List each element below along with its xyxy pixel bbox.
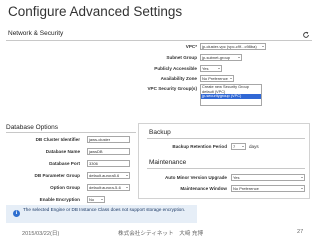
database-port-label: Database Port [49,161,80,166]
network-security-section-title: Network & Security [8,30,64,37]
section-divider [147,168,305,169]
backup-section-title: Backup [149,129,171,136]
backup-maintenance-panel: Backup Backup Retention Period 7 days Ma… [138,123,310,199]
chevron-down-icon [218,67,220,69]
security-group-option-selected[interactable]: jp-securitygroup (VPC) [201,94,261,99]
database-port-input[interactable]: 3306 [87,160,130,167]
db-cluster-identifier-label: DB Cluster Identifier [35,137,80,142]
retention-unit: days [249,144,259,149]
db-parameter-group-label: DB Parameter Group [34,173,80,178]
vpc-security-groups-listbox[interactable]: Create new Security Group default (VPC) … [200,84,262,106]
chevron-down-icon [126,174,128,176]
db-cluster-identifier-input[interactable]: jaws-cluster [87,136,130,143]
refresh-icon[interactable] [302,31,310,39]
chevron-down-icon [301,176,303,178]
chevron-down-icon [101,198,103,200]
availability-zone-select[interactable]: No Preference [200,75,234,82]
enable-encryption-select[interactable]: No [87,196,105,203]
database-name-input[interactable]: jawsDB [87,148,130,155]
chevron-down-icon [238,56,240,58]
footer-page-number: 27 [297,229,304,235]
chevron-down-icon [262,45,264,47]
footer-company: 株式会社シティネット 大﨑 充博 [118,231,204,237]
auto-minor-version-upgrade-select[interactable]: Yes [231,174,305,181]
db-parameter-group-select[interactable]: default.aurora5.6 [87,172,130,179]
subnet-group-label: Subnet Group [166,55,197,60]
publicly-accessible-select[interactable]: Yes [200,65,222,72]
section-divider [147,138,305,139]
maintenance-window-select[interactable]: No Preference [231,185,305,192]
maintenance-window-label: Maintenance Window [180,186,227,191]
maintenance-section-title: Maintenance [149,159,187,166]
subnet-group-select[interactable]: jp-subnet-group [200,54,242,61]
encryption-info-message: i The selected Engine or DB Instance Cla… [6,205,197,223]
footer-date: 2015/03/22(日) [22,231,60,237]
database-name-label: Database Name [45,149,80,154]
vpc-security-groups-label: VPC Security Group(s) [147,86,197,91]
backup-retention-period-label: Backup Retention Period [172,144,227,149]
info-message-text: The selected Engine or DB Instance Class… [23,207,186,212]
section-divider [6,132,136,133]
enable-encryption-label: Enable Encryption [39,197,80,202]
chevron-down-icon [301,187,303,189]
chevron-down-icon [230,77,232,79]
availability-zone-label: Availability Zone [160,76,197,81]
database-options-section-title: Database Options [6,124,59,131]
vpc-select[interactable]: jp-cluster-vpc (vpc-c9f...c98ba) [200,43,266,50]
option-group-select[interactable]: default:aurora-5-6 [87,184,130,191]
chevron-down-icon [126,186,128,188]
option-group-label: Option Group [50,185,80,190]
vpc-label: VPC* [185,44,197,49]
page-title: Configure Advanced Settings [8,4,183,19]
info-icon: i [13,210,20,217]
auto-minor-version-upgrade-label: Auto Minor Version Upgrade [164,175,227,180]
chevron-down-icon [242,145,244,147]
backup-retention-period-select[interactable]: 7 [231,143,246,150]
publicly-accessible-label: Publicly Accessible [154,66,197,71]
section-divider [6,40,312,41]
